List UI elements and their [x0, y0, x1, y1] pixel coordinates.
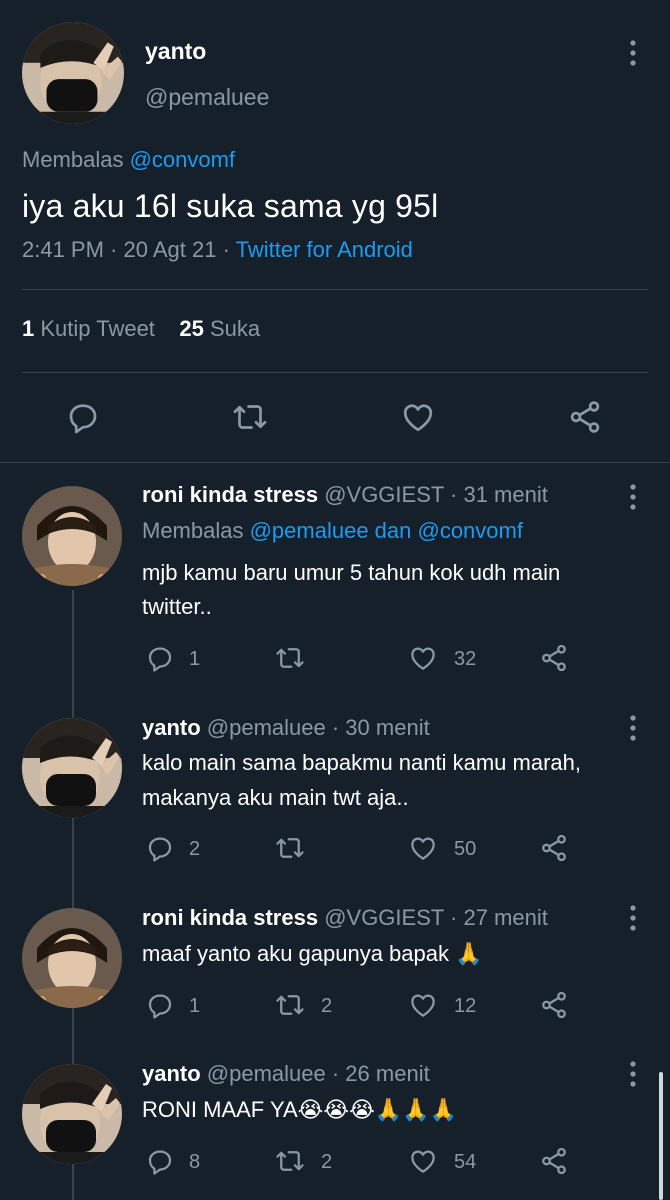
avatar-image [22, 486, 122, 586]
reply-header: yanto @pemaluee · 30 menit [142, 715, 430, 741]
share-icon[interactable] [539, 1146, 569, 1176]
retweet-icon[interactable] [275, 990, 305, 1020]
reply-author-name[interactable]: yanto [142, 715, 201, 740]
replying-to: Membalas @convomf [22, 147, 235, 173]
quote-label: Kutip Tweet [34, 316, 155, 341]
retweet-icon[interactable] [275, 833, 305, 863]
author-name[interactable]: yanto [145, 38, 206, 65]
retweet-count: 2 [321, 995, 333, 1017]
avatar[interactable] [22, 486, 122, 586]
like-count: 32 [454, 648, 477, 670]
reply-text-line: maaf yanto aku gapunya bapak 🙏 [142, 941, 483, 966]
reply-icon[interactable] [145, 990, 175, 1020]
divider [22, 372, 648, 373]
tweet-text: iya aku 16l suka sama yg 95l [22, 188, 439, 224]
tweet-stats: 1 Kutip Tweet 25 Suka [22, 316, 260, 342]
share-icon[interactable] [539, 643, 569, 673]
reply-icon[interactable] [65, 399, 101, 435]
avatar-image [22, 908, 122, 1008]
avatar[interactable] [22, 718, 122, 818]
reply-meta: @VGGIEST · 31 menit [318, 482, 548, 507]
share-icon[interactable] [567, 399, 603, 435]
avatar-image [22, 1064, 122, 1164]
tweet-timestamp: 2:41 PM · 20 Agt 21 · Twitter for Androi… [22, 237, 413, 263]
timestamp-text: 2:41 PM · 20 Agt 21 · [22, 237, 236, 262]
reply-text-line: kalo main sama bapakmu nanti kamu marah, [142, 750, 581, 775]
replying-to-link[interactable]: @pemaluee dan @convomf [250, 518, 523, 543]
like-label: Suka [203, 316, 261, 341]
like-count: 12 [454, 995, 477, 1017]
reply-count: 2 [189, 838, 201, 860]
quote-tweet-stat[interactable]: 1 Kutip Tweet [22, 316, 155, 341]
replying-to: Membalas @pemaluee dan @convomf [142, 518, 523, 544]
like-count: 54 [454, 1151, 477, 1173]
reply-count: 8 [189, 1151, 201, 1173]
more-options-icon[interactable] [623, 482, 643, 512]
share-icon[interactable] [539, 990, 569, 1020]
quote-count: 1 [22, 316, 35, 341]
scrollbar[interactable] [659, 1072, 663, 1200]
more-options-icon[interactable] [623, 1059, 643, 1089]
avatar-image [22, 718, 122, 818]
reply-icon[interactable] [145, 1146, 175, 1176]
avatar[interactable] [22, 1064, 122, 1164]
reply-icon[interactable] [145, 643, 175, 673]
reply-text-line: twitter.. [142, 594, 212, 619]
reply-text-line: RONI MAAF YA😭😭😭🙏🙏🙏 [142, 1097, 457, 1122]
reply-text-line: mjb kamu baru umur 5 tahun kok udh main [142, 560, 561, 585]
author-handle[interactable]: @pemaluee [145, 84, 269, 111]
replying-to-label: Membalas [142, 518, 250, 543]
tweet-source-link[interactable]: Twitter for Android [236, 237, 413, 262]
replying-to-link[interactable]: @convomf [130, 147, 235, 172]
like-icon[interactable] [408, 1146, 438, 1176]
reply-author-name[interactable]: roni kinda stress [142, 482, 318, 507]
more-options-icon[interactable] [623, 38, 643, 68]
share-icon[interactable] [539, 833, 569, 863]
like-icon[interactable] [400, 399, 436, 435]
like-icon[interactable] [408, 990, 438, 1020]
reply-meta: @pemaluee · 26 menit [200, 1061, 430, 1086]
reply-author-name[interactable]: yanto [142, 1061, 201, 1086]
reply-header: roni kinda stress @VGGIEST · 31 menit [142, 482, 548, 508]
retweet-icon[interactable] [232, 399, 268, 435]
reply-meta: @VGGIEST · 27 menit [318, 905, 548, 930]
more-options-icon[interactable] [623, 713, 643, 743]
divider [0, 462, 670, 463]
retweet-count: 2 [321, 1151, 333, 1173]
avatar[interactable] [22, 908, 122, 1008]
reply-icon[interactable] [145, 833, 175, 863]
reply-header: yanto @pemaluee · 26 menit [142, 1061, 430, 1087]
like-stat[interactable]: 25 Suka [179, 316, 260, 341]
reply-author-name[interactable]: roni kinda stress [142, 905, 318, 930]
like-icon[interactable] [408, 643, 438, 673]
reply-text-line: makanya aku main twt aja.. [142, 785, 409, 810]
divider [22, 289, 648, 290]
reply-count: 1 [189, 995, 201, 1017]
like-count: 25 [179, 316, 204, 341]
reply-meta: @pemaluee · 30 menit [200, 715, 430, 740]
reply-header: roni kinda stress @VGGIEST · 27 menit [142, 905, 548, 931]
avatar[interactable] [22, 22, 124, 124]
retweet-icon[interactable] [275, 643, 305, 673]
like-icon[interactable] [408, 833, 438, 863]
more-options-icon[interactable] [623, 903, 643, 933]
like-count: 50 [454, 838, 477, 860]
replying-to-label: Membalas [22, 147, 130, 172]
reply-count: 1 [189, 648, 201, 670]
retweet-icon[interactable] [275, 1146, 305, 1176]
avatar-image [22, 22, 124, 124]
